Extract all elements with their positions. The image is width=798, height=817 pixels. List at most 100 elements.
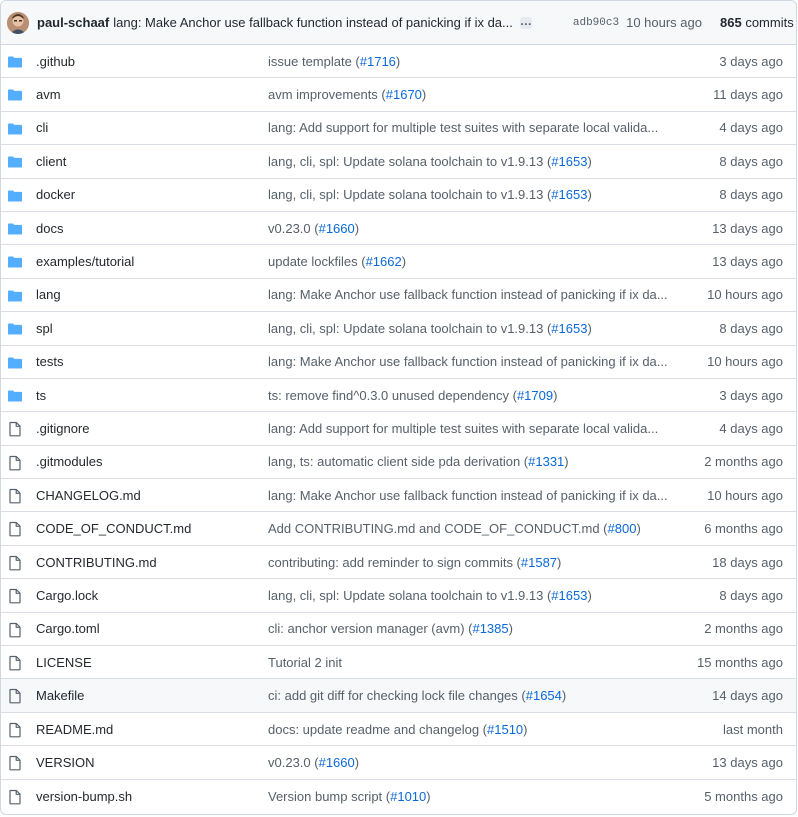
- file-row[interactable]: VERSION v0.23.0 (#1660) 13 days ago: [1, 746, 796, 780]
- commit-message-text[interactable]: Version bump script (: [268, 789, 390, 804]
- commit-author-link[interactable]: paul-schaaf: [37, 15, 109, 30]
- author-avatar[interactable]: [7, 11, 29, 34]
- commit-message[interactable]: lang, cli, spl: Update solana toolchain …: [268, 588, 592, 603]
- pull-request-link[interactable]: #1010: [390, 789, 426, 804]
- commit-message-text[interactable]: ts: remove find^0.3.0 unused dependency …: [268, 388, 517, 403]
- file-row[interactable]: avm avm improvements (#1670) 11 days ago: [1, 78, 796, 112]
- commit-message[interactable]: lang: Add support for multiple test suit…: [268, 120, 658, 135]
- commit-message-link[interactable]: lang: Make Anchor use fallback function …: [113, 15, 513, 30]
- commit-message-end[interactable]: ): [426, 789, 430, 804]
- commits-label[interactable]: commits: [745, 15, 793, 30]
- commit-message-text[interactable]: lang: Add support for multiple test suit…: [268, 120, 658, 135]
- commit-message[interactable]: docs: update readme and changelog (#1510…: [268, 722, 528, 737]
- commit-message[interactable]: cli: anchor version manager (avm) (#1385…: [268, 621, 513, 636]
- file-name-link[interactable]: Cargo.lock: [36, 588, 98, 603]
- commit-sha-link[interactable]: adb90c3: [573, 17, 619, 29]
- commit-message-end[interactable]: ): [396, 54, 400, 69]
- commit-message-text[interactable]: Add CONTRIBUTING.md and CODE_OF_CONDUCT.…: [268, 521, 608, 536]
- file-row[interactable]: docker lang, cli, spl: Update solana tool…: [1, 179, 796, 212]
- file-row[interactable]: Cargo.toml cli: anchor version manager (a…: [1, 613, 796, 647]
- file-name-link[interactable]: CONTRIBUTING.md: [36, 555, 157, 570]
- file-row[interactable]: lang lang: Make Anchor use fallback funct…: [1, 279, 796, 313]
- file-row[interactable]: spl lang, cli, spl: Update solana toolcha…: [1, 312, 796, 346]
- commit-message[interactable]: lang, cli, spl: Update solana toolchain …: [268, 187, 592, 202]
- commit-message[interactable]: lang: Make Anchor use fallback function …: [268, 287, 668, 302]
- pull-request-link[interactable]: #1653: [551, 154, 587, 169]
- file-row[interactable]: client lang, cli, spl: Update solana tool…: [1, 145, 796, 179]
- commit-message-text[interactable]: lang, ts: automatic client side pda deri…: [268, 454, 528, 469]
- commit-message-end[interactable]: ): [564, 454, 568, 469]
- commit-message[interactable]: lang, ts: automatic client side pda deri…: [268, 454, 569, 469]
- file-name-link[interactable]: tests: [36, 354, 63, 369]
- commit-message-end[interactable]: ): [422, 87, 426, 102]
- commit-message-end[interactable]: ): [562, 688, 566, 703]
- file-row[interactable]: docs v0.23.0 (#1660) 13 days ago: [1, 212, 796, 246]
- commit-message[interactable]: lang, cli, spl: Update solana toolchain …: [268, 321, 592, 336]
- commit-message-end[interactable]: ): [557, 555, 561, 570]
- file-row[interactable]: ts ts: remove find^0.3.0 unused dependenc…: [1, 379, 796, 413]
- file-name-link[interactable]: VERSION: [36, 755, 95, 770]
- commit-message-text[interactable]: lang: Make Anchor use fallback function …: [268, 488, 668, 503]
- commit-message[interactable]: avm improvements (#1670): [268, 87, 426, 102]
- commit-message[interactable]: contributing: add reminder to sign commi…: [268, 555, 561, 570]
- commit-message[interactable]: Version bump script (#1010): [268, 789, 431, 804]
- commit-message-end[interactable]: ): [523, 722, 527, 737]
- commit-message[interactable]: ts: remove find^0.3.0 unused dependency …: [268, 388, 557, 403]
- file-name-link[interactable]: README.md: [36, 722, 113, 737]
- pull-request-link[interactable]: #1653: [551, 588, 587, 603]
- commit-message[interactable]: lang: Make Anchor use fallback function …: [268, 354, 668, 369]
- pull-request-link[interactable]: #1510: [487, 722, 523, 737]
- file-name-link[interactable]: client: [36, 154, 66, 169]
- file-row[interactable]: .gitignore lang: Add support for multiple…: [1, 412, 796, 446]
- file-name-link[interactable]: docs: [36, 221, 63, 236]
- pull-request-link[interactable]: #1670: [386, 87, 422, 102]
- pull-request-link[interactable]: #1660: [319, 755, 355, 770]
- pull-request-link[interactable]: #1653: [551, 321, 587, 336]
- commit-message-text[interactable]: update lockfiles (: [268, 254, 366, 269]
- pull-request-link[interactable]: #800: [608, 521, 637, 536]
- commit-message-text[interactable]: docs: update readme and changelog (: [268, 722, 487, 737]
- commit-message-end[interactable]: ): [509, 621, 513, 636]
- commit-message-end[interactable]: ): [587, 588, 591, 603]
- file-name-link[interactable]: docker: [36, 187, 75, 202]
- file-row[interactable]: .gitmodules lang, ts: automatic client si…: [1, 446, 796, 480]
- commit-message-text[interactable]: Tutorial 2 init: [268, 655, 342, 670]
- pull-request-link[interactable]: #1385: [472, 621, 508, 636]
- file-row[interactable]: README.md docs: update readme and changel…: [1, 713, 796, 747]
- commit-message-text[interactable]: lang, cli, spl: Update solana toolchain …: [268, 588, 551, 603]
- commit-message-text[interactable]: lang: Make Anchor use fallback function …: [268, 287, 668, 302]
- file-row[interactable]: .github issue template (#1716) 3 days ago: [1, 45, 796, 79]
- commit-message-end[interactable]: ): [355, 221, 359, 236]
- file-name-link[interactable]: Makefile: [36, 688, 84, 703]
- commit-message-text[interactable]: v0.23.0 (: [268, 221, 319, 236]
- commit-message-text[interactable]: lang, cli, spl: Update solana toolchain …: [268, 154, 551, 169]
- file-name-link[interactable]: lang: [36, 287, 61, 302]
- commit-message-text[interactable]: lang: Add support for multiple test suit…: [268, 421, 658, 436]
- commit-message-end[interactable]: ): [587, 187, 591, 202]
- commit-message-end[interactable]: ): [587, 154, 591, 169]
- file-name-link[interactable]: LICENSE: [36, 655, 92, 670]
- commit-message[interactable]: lang, cli, spl: Update solana toolchain …: [268, 154, 592, 169]
- commit-message-text[interactable]: lang, cli, spl: Update solana toolchain …: [268, 187, 551, 202]
- file-row[interactable]: examples/tutorial update lockfiles (#1662…: [1, 245, 796, 279]
- file-name-link[interactable]: .gitmodules: [36, 454, 102, 469]
- commit-message[interactable]: issue template (#1716): [268, 54, 400, 69]
- file-row[interactable]: Cargo.lock lang, cli, spl: Update solana …: [1, 579, 796, 613]
- pull-request-link[interactable]: #1716: [360, 54, 396, 69]
- commit-message-end[interactable]: ): [402, 254, 406, 269]
- pull-request-link[interactable]: #1587: [521, 555, 557, 570]
- commit-message-text[interactable]: issue template (: [268, 54, 360, 69]
- commit-message-text[interactable]: contributing: add reminder to sign commi…: [268, 555, 521, 570]
- pull-request-link[interactable]: #1662: [366, 254, 402, 269]
- expand-message-button[interactable]: …: [519, 15, 532, 29]
- commit-message-end[interactable]: ): [636, 521, 640, 536]
- file-name-link[interactable]: version-bump.sh: [36, 789, 132, 804]
- commit-message-text[interactable]: ci: add git diff for checking lock file …: [268, 688, 526, 703]
- pull-request-link[interactable]: #1654: [526, 688, 562, 703]
- commit-message[interactable]: ci: add git diff for checking lock file …: [268, 688, 566, 703]
- commit-message[interactable]: lang: Add support for multiple test suit…: [268, 421, 658, 436]
- file-row[interactable]: tests lang: Make Anchor use fallback func…: [1, 346, 796, 379]
- file-name-link[interactable]: spl: [36, 321, 53, 336]
- commit-message-end[interactable]: ): [355, 755, 359, 770]
- file-row[interactable]: version-bump.sh Version bump script (#101…: [1, 780, 796, 813]
